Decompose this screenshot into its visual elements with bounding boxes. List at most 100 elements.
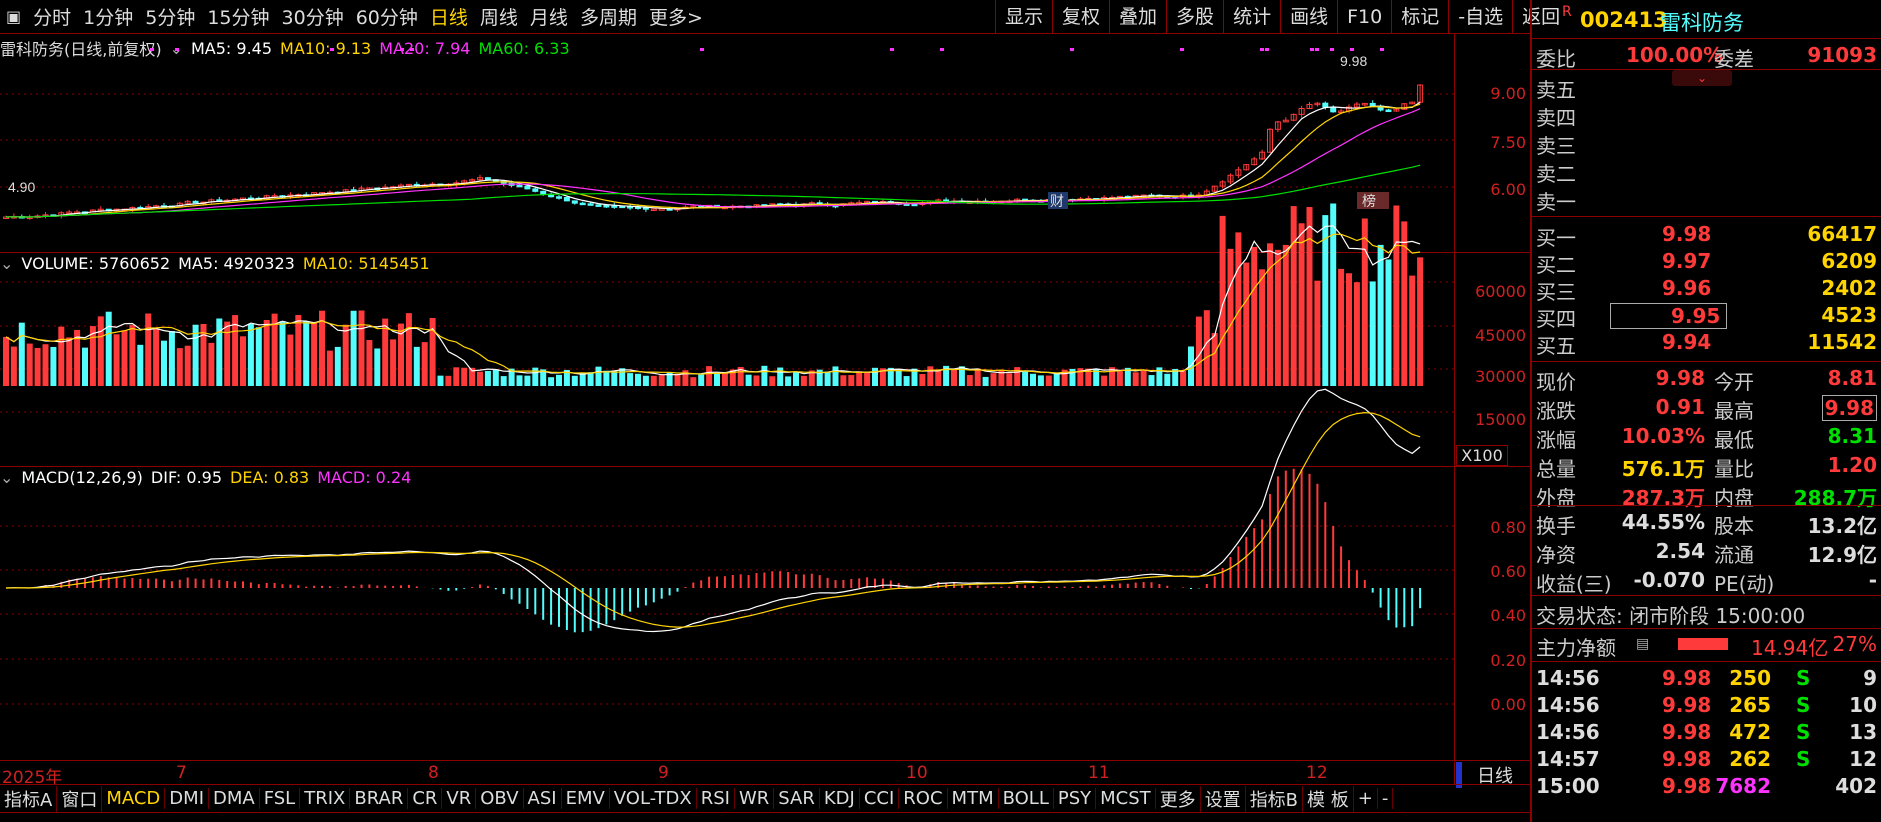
period-tab-more[interactable]: 更多> [643,3,709,30]
indicator-tab[interactable]: EMV [562,788,610,809]
tool-watchlist[interactable]: -自选 [1448,0,1512,34]
volume-bar [1290,206,1297,386]
stat-value: -0.070 [1633,568,1705,592]
indicator-tab[interactable]: 模 板 [1303,785,1354,812]
period-tab-weekly[interactable]: 周线 [474,3,524,30]
indicator-tab[interactable]: 指标B [1246,785,1304,812]
ask-label: 卖二 [1536,162,1576,186]
tool-overlay[interactable]: 叠加 [1109,0,1166,34]
volume-bar [824,372,831,386]
tool-display[interactable]: 显示 [995,0,1052,34]
indicator-tab[interactable]: 更多 [1156,785,1201,812]
volume-bar [3,336,9,386]
indicator-tab[interactable]: + [1354,788,1378,809]
volume-bar [1282,244,1289,386]
indicator-tab[interactable]: VR [442,788,477,809]
rank-marker[interactable]: 榜 [1362,193,1376,210]
event-dot [940,48,944,51]
bid-row[interactable]: 买一 9.98 66417 [1536,222,1877,250]
event-dot [1315,48,1319,51]
bid-row[interactable]: 买三 9.96 2402 [1536,276,1877,304]
indicator-tab[interactable]: - [1378,788,1394,809]
candle-body [1322,102,1329,108]
period-tab-1min[interactable]: 1分钟 [77,3,139,30]
tool-stats[interactable]: 统计 [1223,0,1280,34]
list-icon[interactable]: ▤ [1636,636,1649,652]
period-tab-5min[interactable]: 5分钟 [139,3,201,30]
indicator-tab[interactable]: DMA [209,788,260,809]
stat-row: 现价 9.98 今开 8.81 [1536,366,1877,394]
indicator-tab[interactable]: 指标A [0,785,58,812]
stat-label: 股本 [1714,514,1754,538]
volume-bar [445,375,452,386]
stat-label: 流通 [1714,543,1754,567]
volume-bar [745,374,752,386]
indicator-tab[interactable]: BRAR [350,788,409,809]
indicator-tab[interactable]: 设置 [1201,785,1246,812]
period-tab-30min[interactable]: 30分钟 [276,3,350,30]
indicator-tab[interactable]: VOL-TDX [610,788,697,809]
high-price-label: 9.98 [1340,53,1367,69]
indicator-tab[interactable]: DMI [165,788,209,809]
tick-time: 14:56 [1536,693,1600,717]
volume-bar [1203,310,1210,386]
volume-bar [1030,373,1036,386]
tool-draw[interactable]: 画线 [1280,0,1337,34]
menu-square-icon[interactable]: ▣ [0,7,27,26]
indicator-tab[interactable]: CR [408,788,443,809]
indicator-tab[interactable]: MCST [1096,788,1156,809]
volume-bar [951,369,957,386]
volume-bar [390,339,397,386]
price-tick: 7.50 [1490,133,1526,152]
indicator-tab[interactable]: ROC [899,788,948,809]
tool-multi-stock[interactable]: 多股 [1166,0,1223,34]
indicator-tab[interactable]: OBV [476,788,524,809]
indicator-tab[interactable]: FSL [260,788,301,809]
indicator-tab[interactable]: RSI [697,788,735,809]
period-tab-15min[interactable]: 15分钟 [201,3,275,30]
bid-row[interactable]: 买二 9.97 6209 [1536,249,1877,277]
bid-row[interactable]: 买四 9.95 4523 [1536,303,1877,331]
indicator-tab[interactable]: WR [735,788,775,809]
event-dot [700,48,704,51]
tick-count: 10 [1849,693,1877,717]
tool-f10[interactable]: F10 [1337,0,1391,34]
main-net-row: 主力净额 ▤ 14.94亿 27% [1536,632,1877,660]
indicator-tab[interactable]: TRIX [300,788,351,809]
indicator-tab[interactable]: MTM [948,788,999,809]
finance-marker[interactable]: 财 [1050,194,1064,210]
volume-bar [500,376,507,386]
bid-label: 买五 [1536,334,1576,358]
dea-line [5,411,1421,628]
bid-volume: 2402 [1821,276,1877,300]
indicator-tab[interactable]: KDJ [820,788,860,809]
tool-adjust[interactable]: 复权 [1052,0,1109,34]
volume-bar [1385,259,1392,386]
period-tab-monthly[interactable]: 月线 [524,3,574,30]
tick-volume: 472 [1729,720,1771,744]
tick-time: 14:56 [1536,720,1600,744]
stat-row: 总量 576.1万 量比 1.20 [1536,453,1877,481]
volume-bar [1022,370,1029,386]
volume-bar [627,373,634,386]
kline-chart[interactable]: 9.98 4.90 财 榜 [0,34,1454,784]
bid-label: 买一 [1536,226,1576,250]
indicator-tab[interactable]: ASI [524,788,562,809]
indicator-tab[interactable]: MACD [102,788,166,809]
bid-price: 9.97 [1662,249,1712,273]
indicator-tab[interactable]: 窗口 [57,785,103,812]
period-tab-60min[interactable]: 60分钟 [350,3,424,30]
indicator-tab[interactable]: SAR [774,788,820,809]
period-tab-daily[interactable]: 日线 [424,3,474,30]
tick-price: 9.98 [1662,693,1712,717]
indicator-tab[interactable]: BOLL [999,788,1054,809]
indicator-tab[interactable]: CCI [860,788,900,809]
tool-mark[interactable]: 标记 [1391,0,1448,34]
stat-label: 涨幅 [1536,428,1576,452]
period-tab-multi[interactable]: 多周期 [574,3,643,30]
macd-tick: 0.20 [1490,651,1526,670]
tick-row: 14:56 9.98 472 S 13 [1536,720,1877,747]
bid-row[interactable]: 买五 9.94 11542 [1536,330,1877,358]
period-tab-fenshi[interactable]: 分时 [27,3,77,30]
indicator-tab[interactable]: PSY [1054,788,1097,809]
